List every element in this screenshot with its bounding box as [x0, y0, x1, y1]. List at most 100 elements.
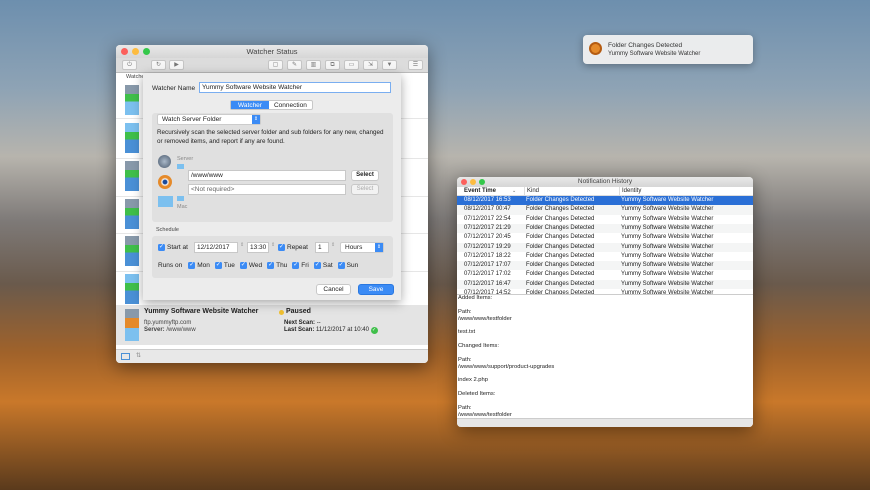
- close-button[interactable]: [121, 48, 128, 55]
- watcher-icon: [125, 274, 139, 304]
- table-row[interactable]: 07/12/2017 16:47 Folder Changes Detected Y…: [457, 279, 753, 289]
- local-path-input[interactable]: <Not required>: [188, 184, 346, 195]
- edit-icon[interactable]: ✎: [287, 60, 302, 70]
- cancel-button[interactable]: Cancel: [316, 284, 351, 295]
- detail-line: index 2.php: [458, 377, 488, 384]
- column-event-time[interactable]: Event Time: [464, 187, 496, 196]
- duplicate-icon[interactable]: ⧉: [325, 60, 340, 70]
- day-wed-checkbox[interactable]: ✓ Wed: [239, 261, 262, 271]
- table-row[interactable]: 07/12/2017 20:45 Folder Changes Detected Y…: [457, 233, 753, 243]
- sidebar-toggle-icon[interactable]: [121, 353, 130, 360]
- new-document-icon[interactable]: ▢: [268, 60, 283, 70]
- filter-icon[interactable]: ▼: [382, 60, 397, 70]
- trash-icon[interactable]: ▥: [306, 60, 321, 70]
- table-row[interactable]: 07/12/2017 21:29 Folder Changes Detected Y…: [457, 223, 753, 234]
- notification-title: Folder Changes Detected: [608, 42, 683, 49]
- watcher-name-input[interactable]: Yummy Software Website Watcher: [199, 82, 391, 93]
- column-identity[interactable]: Identity: [619, 187, 641, 196]
- mac-small-folder-icon: [177, 196, 184, 201]
- watcher-options-group: Watch Server Folder ⇕ Recursively scan t…: [152, 113, 393, 222]
- notification-banner[interactable]: Folder Changes Detected Yummy Software W…: [583, 35, 753, 64]
- power-icon[interactable]: ⏻: [122, 60, 137, 70]
- cell-identity: Yummy Software Website Watcher: [621, 206, 714, 213]
- cell-identity: Yummy Software Website Watcher: [621, 224, 714, 231]
- day-mon-checkbox[interactable]: ✓ Mon: [188, 261, 210, 271]
- sort-chevron-icon[interactable]: ⌄: [512, 187, 516, 196]
- play-icon[interactable]: ▶: [169, 60, 184, 70]
- detail-line: test.txt: [458, 329, 476, 336]
- repeat-value-input[interactable]: 1: [315, 242, 329, 253]
- repeat-unit-popup[interactable]: Hours ⇕: [340, 242, 384, 253]
- tab-connection[interactable]: Connection: [269, 101, 312, 109]
- repeat-stepper[interactable]: ⇕: [331, 242, 335, 248]
- watch-mode-popup[interactable]: Watch Server Folder ⇕: [157, 114, 261, 125]
- popup-chevron-icon: ⇕: [375, 243, 383, 252]
- save-button[interactable]: Save: [358, 284, 394, 295]
- server-path-input[interactable]: /www/www: [188, 170, 346, 181]
- cell-identity: Yummy Software Website Watcher: [621, 262, 714, 269]
- zoom-button[interactable]: [143, 48, 150, 55]
- detail-line: [458, 323, 753, 330]
- schedule-group: ✓ Start at 12/12/2017 ⇕ 13:30 ⇕ ✓ Repeat 1…: [152, 236, 393, 278]
- zoom-button[interactable]: [479, 179, 485, 185]
- folder-icon[interactable]: ▭: [344, 60, 359, 70]
- detail-line: [458, 302, 753, 309]
- watcher-icon: [125, 199, 139, 229]
- cell-kind: Folder Changes Detected: [526, 206, 595, 213]
- cell-kind: Folder Changes Detected: [526, 197, 595, 203]
- table-row[interactable]: 07/12/2017 18:22 Folder Changes Detected Y…: [457, 251, 753, 262]
- table-row[interactable]: 07/12/2017 22:54 Folder Changes Detected Y…: [457, 214, 753, 224]
- minimize-button[interactable]: [470, 179, 476, 185]
- title-bar[interactable]: Watcher Status: [116, 45, 428, 58]
- repeat-unit-value: Hours: [345, 244, 363, 251]
- day-thu-checkbox[interactable]: ✓ Thu: [267, 261, 287, 271]
- window-title: Watcher Status: [246, 47, 298, 56]
- table-row[interactable]: 07/12/2017 19:29 Folder Changes Detected Y…: [457, 242, 753, 252]
- cell-event-time: 07/12/2017 21:29: [464, 224, 511, 231]
- day-sun-checkbox[interactable]: ✓ Sun: [337, 261, 358, 271]
- detail-line: /www/www/support/product-upgrades: [458, 363, 555, 370]
- log-icon[interactable]: ☰: [408, 60, 423, 70]
- close-button[interactable]: [461, 179, 467, 185]
- cell-event-time: 07/12/2017 17:02: [464, 271, 511, 278]
- cell-identity: Yummy Software Website Watcher: [621, 280, 714, 287]
- eye-icon: [158, 175, 172, 189]
- detail-line: Path:: [458, 356, 472, 363]
- watch-mode-value: Watch Server Folder: [162, 116, 222, 123]
- table-row[interactable]: 08/12/2017 00:47 Folder Changes Detected Y…: [457, 205, 753, 215]
- start-at-checkbox[interactable]: ✓: [158, 243, 165, 251]
- tab-watcher[interactable]: Watcher: [231, 101, 269, 109]
- watch-description: Recursively scan the selected server fol…: [157, 129, 384, 145]
- day-fri-checkbox[interactable]: ✓ Fri: [292, 261, 309, 271]
- refresh-icon[interactable]: ↻: [151, 60, 166, 70]
- sort-icon[interactable]: ⇅: [136, 352, 141, 359]
- time-stepper[interactable]: ⇕: [271, 242, 275, 248]
- start-date-input[interactable]: 12/12/2017: [194, 242, 238, 253]
- table-row[interactable]: 07/12/2017 17:07 Folder Changes Detected Y…: [457, 261, 753, 271]
- table-row[interactable]: 07/12/2017 17:02 Folder Changes Detected Y…: [457, 270, 753, 280]
- notification-subtitle: Yummy Software Website Watcher: [608, 51, 701, 57]
- export-icon[interactable]: ⇲: [363, 60, 378, 70]
- repeat-checkbox[interactable]: ✓: [278, 243, 285, 251]
- watcher-name-label: Watcher Name: [152, 85, 196, 92]
- detail-line: [458, 336, 753, 343]
- minimize-button[interactable]: [132, 48, 139, 55]
- table-row[interactable]: 08/12/2017 16:53 Folder Changes Detected Y…: [457, 196, 753, 206]
- start-time-input[interactable]: 13:30: [247, 242, 269, 253]
- cell-event-time: 08/12/2017 00:47: [464, 206, 511, 213]
- day-tue-checkbox[interactable]: ✓ Tue: [214, 261, 235, 271]
- runs-on-label: Runs on: [158, 262, 183, 269]
- date-stepper[interactable]: ⇕: [240, 242, 244, 248]
- watcher-name: Yummy Software Website Watcher: [144, 308, 259, 315]
- notification-detail-text[interactable]: Added Items: Path:/www/www/testfolder test…: [457, 294, 753, 427]
- cell-kind: Folder Changes Detected: [526, 262, 595, 269]
- title-bar[interactable]: Notification History: [457, 177, 753, 187]
- detail-line: [458, 350, 753, 357]
- selected-watcher-row[interactable]: Yummy Software Website Watcher ftp.yummy…: [116, 305, 428, 345]
- column-kind[interactable]: Kind: [524, 187, 539, 196]
- select-server-button[interactable]: Select: [351, 170, 379, 181]
- server-folder-icon: [177, 164, 184, 169]
- select-local-button[interactable]: Select: [351, 184, 379, 195]
- day-sat-checkbox[interactable]: ✓ Sat: [313, 261, 333, 271]
- history-table[interactable]: 08/12/2017 16:53 Folder Changes Detected Y…: [457, 196, 753, 299]
